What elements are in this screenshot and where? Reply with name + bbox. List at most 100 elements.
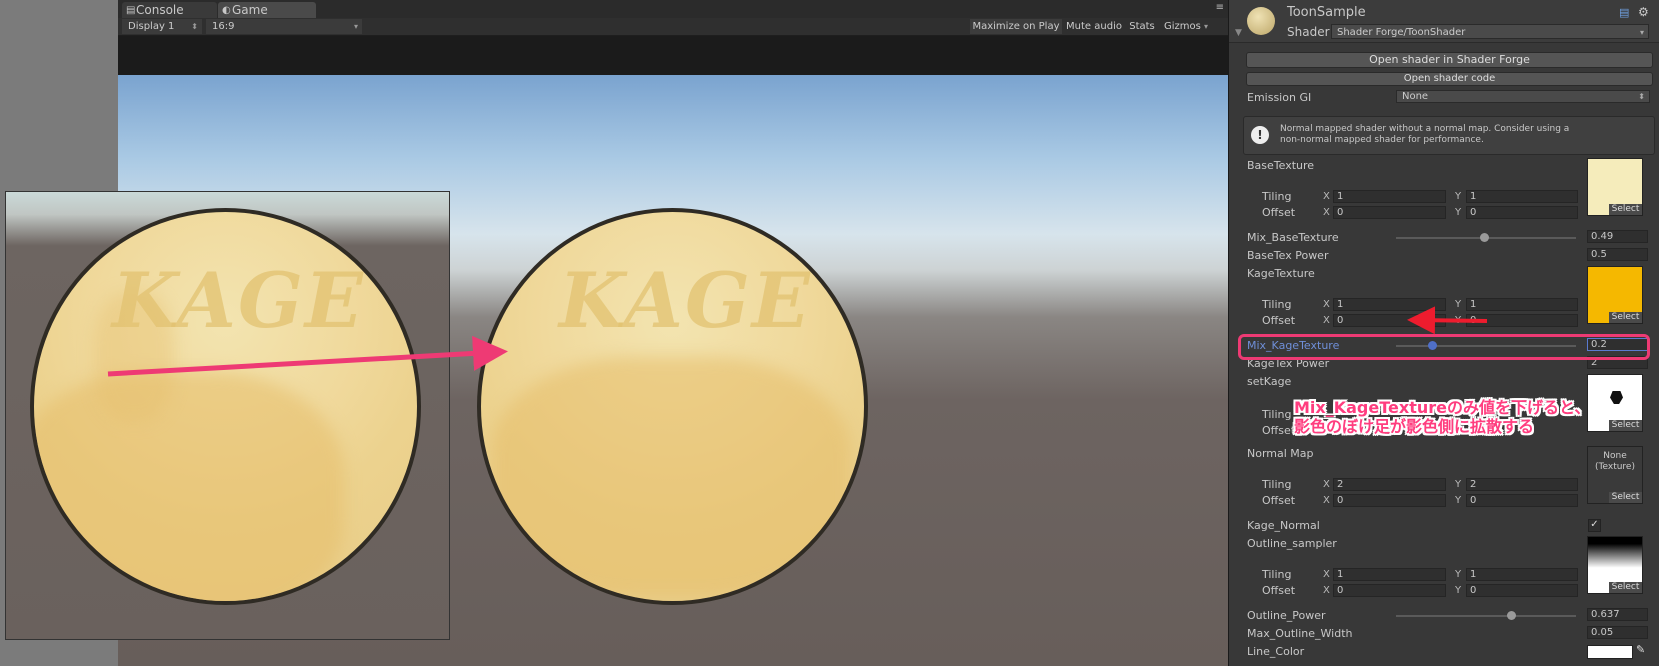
kage-texture-label: KageTexture — [1247, 267, 1315, 280]
open-shader-code-button[interactable]: Open shader code — [1246, 72, 1653, 86]
normal-tiling-y[interactable]: 2 — [1466, 478, 1578, 491]
none-line-2: (Texture) — [1595, 462, 1635, 472]
none-line-1: None — [1603, 451, 1627, 461]
select-button[interactable]: Select — [1609, 582, 1642, 593]
tab-console-label: Console — [136, 3, 184, 17]
tab-console[interactable]: ▤ Console — [122, 2, 217, 18]
x-label: X — [1323, 207, 1330, 218]
outline-offset-y[interactable]: 0 — [1466, 584, 1578, 597]
outline-tiling-y[interactable]: 1 — [1466, 568, 1578, 581]
outline-sampler-thumbnail[interactable]: Select — [1587, 536, 1643, 594]
tiling-label: Tiling — [1262, 568, 1292, 581]
menu-icon[interactable]: ≡ — [1216, 2, 1224, 13]
kage-normal-checkbox[interactable]: ✓ — [1588, 519, 1601, 532]
tab-game[interactable]: ◐ Game — [218, 2, 316, 18]
outline-power-slider-knob[interactable] — [1506, 611, 1516, 620]
material-header: ▼ ToonSample Shader Shader Forge/ToonSha… — [1229, 0, 1659, 43]
kage-tiling-y[interactable]: 1 — [1466, 298, 1578, 311]
mute-audio-button[interactable]: Mute audio — [1064, 19, 1124, 34]
kage-texture-thumbnail[interactable]: Select — [1587, 266, 1643, 324]
tiling-label: Tiling — [1262, 478, 1292, 491]
kage-offset-x[interactable]: 0 — [1333, 314, 1446, 327]
game-tab-bar: ▤ Console ◐ Game ≡ — [118, 0, 1228, 18]
select-button[interactable]: Select — [1609, 420, 1642, 431]
normal-tiling-x[interactable]: 2 — [1333, 478, 1446, 491]
x-label: X — [1323, 495, 1330, 506]
max-outline-label: Max_Outline_Width — [1247, 627, 1353, 640]
maximize-on-play-button[interactable]: Maximize on Play — [970, 19, 1062, 34]
help-line-2: non-normal mapped shader for performance… — [1280, 135, 1484, 145]
base-texture-thumbnail[interactable]: Select — [1587, 158, 1643, 216]
annotation-line-2: 影色のぼけ足が影色側に拡散する — [1294, 417, 1535, 436]
help-line-1: Normal mapped shader without a normal ma… — [1280, 124, 1570, 134]
disc-kage-text: KAGE — [559, 256, 812, 345]
mix-base-slider-knob[interactable] — [1480, 233, 1490, 242]
aspect-dropdown[interactable]: 16:9 ▾ — [206, 19, 362, 34]
stats-button[interactable]: Stats — [1126, 19, 1158, 34]
open-shader-forge-button[interactable]: Open shader in Shader Forge — [1246, 52, 1653, 68]
outline-sampler-label: Outline_sampler — [1247, 537, 1337, 550]
gizmos-button[interactable]: Gizmos ▾ — [1162, 19, 1210, 34]
offset-label: Offset — [1262, 314, 1296, 327]
disc-shadow-area — [491, 357, 851, 597]
highlight-box — [1238, 334, 1650, 360]
x-label: X — [1323, 479, 1330, 490]
aspect-value: 16:9 — [212, 21, 235, 32]
annotation-text: Mix_KageTextureのみ値を下げると、 影色のぼけ足が影色側に拡散する — [1294, 398, 1590, 436]
outline-power-value[interactable]: 0.637 — [1587, 608, 1648, 621]
base-power-label: BaseTex Power — [1247, 249, 1329, 262]
outline-power-slider-track[interactable] — [1396, 615, 1576, 617]
y-label: Y — [1455, 315, 1462, 326]
kage-offset-y[interactable]: 0 — [1466, 314, 1578, 327]
mix-base-value[interactable]: 0.49 — [1587, 230, 1648, 243]
foldout-arrow-icon[interactable]: ▼ — [1235, 28, 1242, 38]
y-label: Y — [1455, 585, 1462, 596]
base-tiling-y[interactable]: 1 — [1466, 190, 1578, 203]
base-offset-x[interactable]: 0 — [1333, 206, 1446, 219]
y-label: Y — [1455, 479, 1462, 490]
set-kage-label: setKage — [1247, 375, 1292, 388]
x-label: X — [1323, 299, 1330, 310]
gizmos-label: Gizmos — [1163, 21, 1201, 32]
emission-gi-value: None — [1402, 91, 1429, 102]
annotation-line-1: Mix_KageTextureのみ値を下げると、 — [1294, 398, 1591, 417]
display-dropdown[interactable]: Display 1 ⬍ — [122, 19, 202, 34]
emission-gi-dropdown[interactable]: None ⬍ — [1396, 90, 1650, 103]
line-color-swatch[interactable] — [1587, 645, 1633, 659]
eyedropper-icon[interactable]: ✎ — [1636, 643, 1645, 656]
set-kage-thumbnail[interactable]: Select — [1587, 374, 1643, 432]
gear-icon[interactable]: ⚙ — [1638, 5, 1649, 19]
dropdown-arrow-icon: ⬍ — [1638, 92, 1645, 101]
offset-label: Offset — [1262, 206, 1296, 219]
normal-offset-y[interactable]: 0 — [1466, 494, 1578, 507]
base-texture-label: BaseTexture — [1247, 159, 1315, 172]
console-icon: ▤ — [126, 5, 136, 16]
base-offset-y[interactable]: 0 — [1466, 206, 1578, 219]
base-tiling-x[interactable]: 1 — [1333, 190, 1446, 203]
normal-map-thumbnail[interactable]: None (Texture) Select — [1587, 446, 1643, 504]
offset-label: Offset — [1262, 584, 1296, 597]
select-button[interactable]: Select — [1609, 312, 1642, 323]
rendered-disc-right: KAGE — [477, 208, 868, 605]
disc-shadow-area — [34, 372, 344, 601]
y-label: Y — [1455, 207, 1462, 218]
x-label: X — [1323, 585, 1330, 596]
outline-offset-x[interactable]: 0 — [1333, 584, 1446, 597]
shader-dropdown[interactable]: Shader Forge/ToonShader ▾ — [1331, 24, 1649, 39]
emission-gi-label: Emission GI — [1247, 91, 1312, 104]
outline-power-label: Outline_Power — [1247, 609, 1326, 622]
help-book-icon[interactable]: ▤ — [1619, 6, 1629, 19]
kage-tiling-x[interactable]: 1 — [1333, 298, 1446, 311]
y-label: Y — [1455, 495, 1462, 506]
base-power-value[interactable]: 0.5 — [1587, 248, 1648, 261]
kage-normal-label: Kage_Normal — [1247, 519, 1320, 532]
select-button[interactable]: Select — [1609, 204, 1642, 215]
disc-kage-text: KAGE — [112, 256, 365, 345]
select-button[interactable]: Select — [1609, 492, 1642, 503]
outline-tiling-x[interactable]: 1 — [1333, 568, 1446, 581]
dropdown-arrow-icon: ⬍ — [191, 22, 198, 31]
max-outline-value[interactable]: 0.05 — [1587, 626, 1648, 639]
x-label: X — [1323, 569, 1330, 580]
gizmos-arrow-icon: ▾ — [1204, 22, 1209, 31]
normal-offset-x[interactable]: 0 — [1333, 494, 1446, 507]
